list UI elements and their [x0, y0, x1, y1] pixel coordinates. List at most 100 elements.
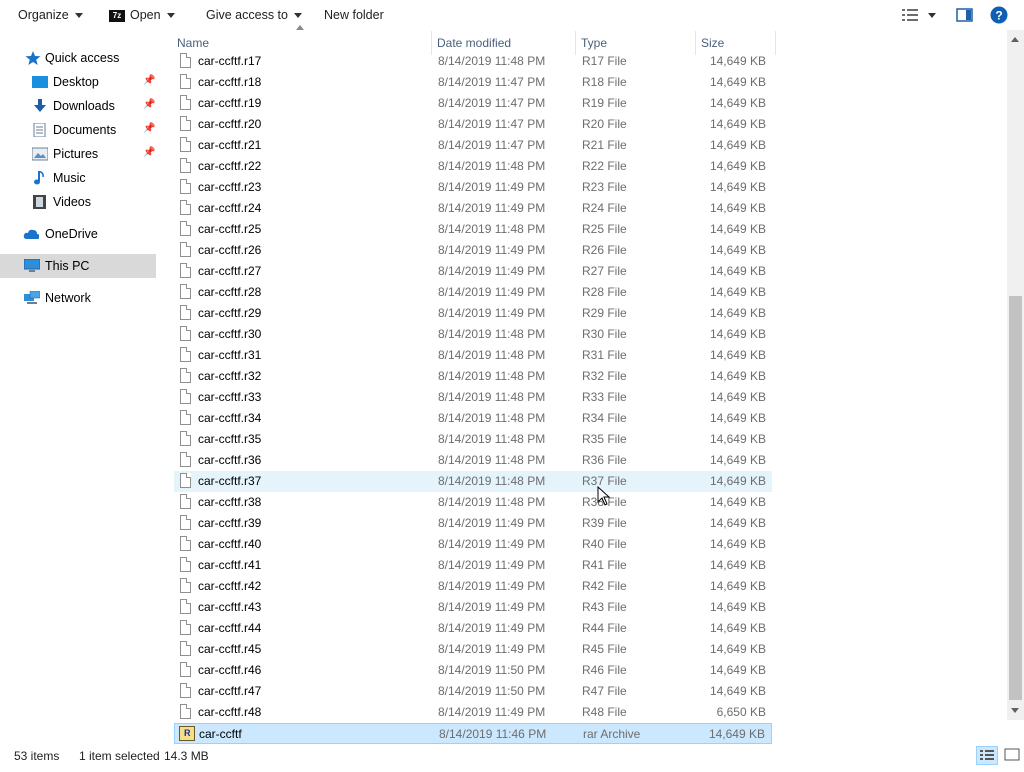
nav-label: Videos — [53, 195, 91, 209]
nav-videos[interactable]: Videos — [0, 190, 156, 214]
file-row[interactable]: car-ccftf.r29 8/14/2019 11:49 PM R29 File 1… — [174, 303, 772, 324]
give-access-menu[interactable]: Give access to — [206, 7, 302, 23]
file-size: 14,649 KB — [709, 264, 766, 278]
file-row[interactable]: car-ccftf.r33 8/14/2019 11:48 PM R33 File 1… — [174, 387, 772, 408]
file-row[interactable]: car-ccftf.r34 8/14/2019 11:48 PM R34 File 1… — [174, 408, 772, 429]
file-icon — [180, 116, 191, 131]
file-row[interactable]: car-ccftf.r17 8/14/2019 11:48 PM R17 File 1… — [174, 51, 772, 72]
file-row[interactable]: car-ccftf.r48 8/14/2019 11:49 PM R48 File 6… — [174, 702, 772, 723]
file-row[interactable]: car-ccftf.r47 8/14/2019 11:50 PM R47 File 1… — [174, 681, 772, 702]
file-row[interactable]: car-ccftf 8/14/2019 11:46 PM rar Archive 14… — [174, 723, 772, 744]
file-row[interactable]: car-ccftf.r18 8/14/2019 11:47 PM R18 File 1… — [174, 72, 772, 93]
file-date-modified: 8/14/2019 11:47 PM — [438, 117, 546, 131]
file-size: 14,649 KB — [709, 75, 766, 89]
file-icon — [180, 494, 191, 509]
file-row[interactable]: car-ccftf.r31 8/14/2019 11:48 PM R31 File 1… — [174, 345, 772, 366]
file-row[interactable]: car-ccftf.r25 8/14/2019 11:48 PM R25 File 1… — [174, 219, 772, 240]
file-row[interactable]: car-ccftf.r32 8/14/2019 11:48 PM R32 File 1… — [174, 366, 772, 387]
command-bar: Organize 7z Open Give access to New folde… — [0, 0, 1024, 30]
file-date-modified: 8/14/2019 11:49 PM — [438, 558, 546, 572]
file-row[interactable]: car-ccftf.r23 8/14/2019 11:49 PM R23 File 1… — [174, 177, 772, 198]
vertical-scrollbar[interactable] — [1007, 30, 1024, 720]
file-size: 14,649 KB — [709, 621, 766, 635]
music-icon — [34, 171, 44, 185]
file-size: 14,649 KB — [709, 432, 766, 446]
nav-downloads[interactable]: Downloads 📌 — [0, 94, 156, 118]
file-row[interactable]: car-ccftf.r40 8/14/2019 11:49 PM R40 File 1… — [174, 534, 772, 555]
file-size: 14,649 KB — [709, 306, 766, 320]
file-row[interactable]: car-ccftf.r45 8/14/2019 11:49 PM R45 File 1… — [174, 639, 772, 660]
scroll-down-arrow-icon[interactable] — [1011, 708, 1019, 713]
scrollbar-thumb[interactable] — [1009, 296, 1022, 700]
nav-music[interactable]: Music — [0, 166, 156, 190]
open-label: Open — [130, 8, 161, 22]
file-name: car-ccftf.r23 — [198, 180, 262, 194]
file-row[interactable]: car-ccftf.r42 8/14/2019 11:49 PM R42 File 1… — [174, 576, 772, 597]
file-row[interactable]: car-ccftf.r30 8/14/2019 11:48 PM R30 File 1… — [174, 324, 772, 345]
file-row[interactable]: car-ccftf.r27 8/14/2019 11:49 PM R27 File 1… — [174, 261, 772, 282]
file-name: car-ccftf.r24 — [198, 201, 262, 215]
file-type: R31 File — [582, 348, 627, 362]
file-row[interactable]: car-ccftf.r28 8/14/2019 11:49 PM R28 File 1… — [174, 282, 772, 303]
file-date-modified: 8/14/2019 11:48 PM — [438, 453, 546, 467]
file-size: 14,649 KB — [709, 138, 766, 152]
nav-label: OneDrive — [45, 227, 98, 241]
file-row[interactable]: car-ccftf.r38 8/14/2019 11:48 PM R38 File 1… — [174, 492, 772, 513]
nav-quick-access[interactable]: Quick access — [0, 46, 156, 70]
file-row[interactable]: car-ccftf.r19 8/14/2019 11:47 PM R19 File 1… — [174, 93, 772, 114]
file-icon — [180, 452, 191, 467]
file-date-modified: 8/14/2019 11:49 PM — [438, 600, 546, 614]
nav-label: Quick access — [45, 51, 120, 65]
file-type: R25 File — [582, 222, 627, 236]
file-date-modified: 8/14/2019 11:49 PM — [438, 306, 546, 320]
file-icon — [180, 410, 191, 425]
large-icons-view-button[interactable] — [1002, 746, 1022, 765]
file-row[interactable]: car-ccftf.r37 8/14/2019 11:48 PM R37 File 1… — [174, 471, 772, 492]
nav-documents[interactable]: Documents 📌 — [0, 118, 156, 142]
nav-onedrive[interactable]: OneDrive — [0, 222, 156, 246]
file-name: car-ccftf.r31 — [198, 348, 262, 362]
open-button[interactable]: 7z Open — [109, 7, 175, 23]
details-view-icon — [980, 750, 994, 760]
file-name: car-ccftf.r22 — [198, 159, 262, 173]
file-row[interactable]: car-ccftf.r22 8/14/2019 11:48 PM R22 File 1… — [174, 156, 772, 177]
selection-size: 14.3 MB — [164, 749, 209, 763]
file-row[interactable]: car-ccftf.r24 8/14/2019 11:49 PM R24 File 1… — [174, 198, 772, 219]
change-view-button[interactable] — [902, 8, 942, 22]
file-type: R22 File — [582, 159, 627, 173]
file-row[interactable]: car-ccftf.r46 8/14/2019 11:50 PM R46 File 1… — [174, 660, 772, 681]
file-date-modified: 8/14/2019 11:48 PM — [438, 432, 546, 446]
file-row[interactable]: car-ccftf.r36 8/14/2019 11:48 PM R36 File 1… — [174, 450, 772, 471]
file-row[interactable]: car-ccftf.r39 8/14/2019 11:49 PM R39 File 1… — [174, 513, 772, 534]
file-row[interactable]: car-ccftf.r35 8/14/2019 11:48 PM R35 File 1… — [174, 429, 772, 450]
file-size: 14,649 KB — [709, 348, 766, 362]
nav-pictures[interactable]: Pictures 📌 — [0, 142, 156, 166]
scroll-up-arrow-icon[interactable] — [1011, 37, 1019, 42]
preview-pane-button[interactable] — [956, 7, 974, 23]
file-size: 14,649 KB — [709, 474, 766, 488]
file-row[interactable]: car-ccftf.r26 8/14/2019 11:49 PM R26 File 1… — [174, 240, 772, 261]
nav-desktop[interactable]: Desktop 📌 — [0, 70, 156, 94]
file-row[interactable]: car-ccftf.r20 8/14/2019 11:47 PM R20 File 1… — [174, 114, 772, 135]
file-row[interactable]: car-ccftf.r21 8/14/2019 11:47 PM R21 File 1… — [174, 135, 772, 156]
details-view-button[interactable] — [976, 746, 998, 765]
nav-label: Music — [53, 171, 86, 185]
file-row[interactable]: car-ccftf.r44 8/14/2019 11:49 PM R44 File 1… — [174, 618, 772, 639]
nav-this-pc[interactable]: This PC — [0, 254, 156, 278]
file-icon — [180, 620, 191, 635]
file-type: R18 File — [582, 75, 627, 89]
file-icon — [180, 326, 191, 341]
file-icon — [180, 515, 191, 530]
file-size: 14,649 KB — [709, 243, 766, 257]
nav-network[interactable]: Network — [0, 286, 156, 310]
file-row[interactable]: car-ccftf.r41 8/14/2019 11:49 PM R41 File 1… — [174, 555, 772, 576]
organize-menu[interactable]: Organize — [18, 7, 83, 23]
file-size: 14,649 KB — [709, 537, 766, 551]
help-button[interactable]: ? — [990, 6, 1008, 24]
file-name: car-ccftf.r29 — [198, 306, 262, 320]
new-folder-button[interactable]: New folder — [324, 7, 384, 23]
file-date-modified: 8/14/2019 11:48 PM — [438, 159, 546, 173]
file-row[interactable]: car-ccftf.r43 8/14/2019 11:49 PM R43 File 1… — [174, 597, 772, 618]
file-type: R23 File — [582, 180, 627, 194]
file-name: car-ccftf.r26 — [198, 243, 262, 257]
